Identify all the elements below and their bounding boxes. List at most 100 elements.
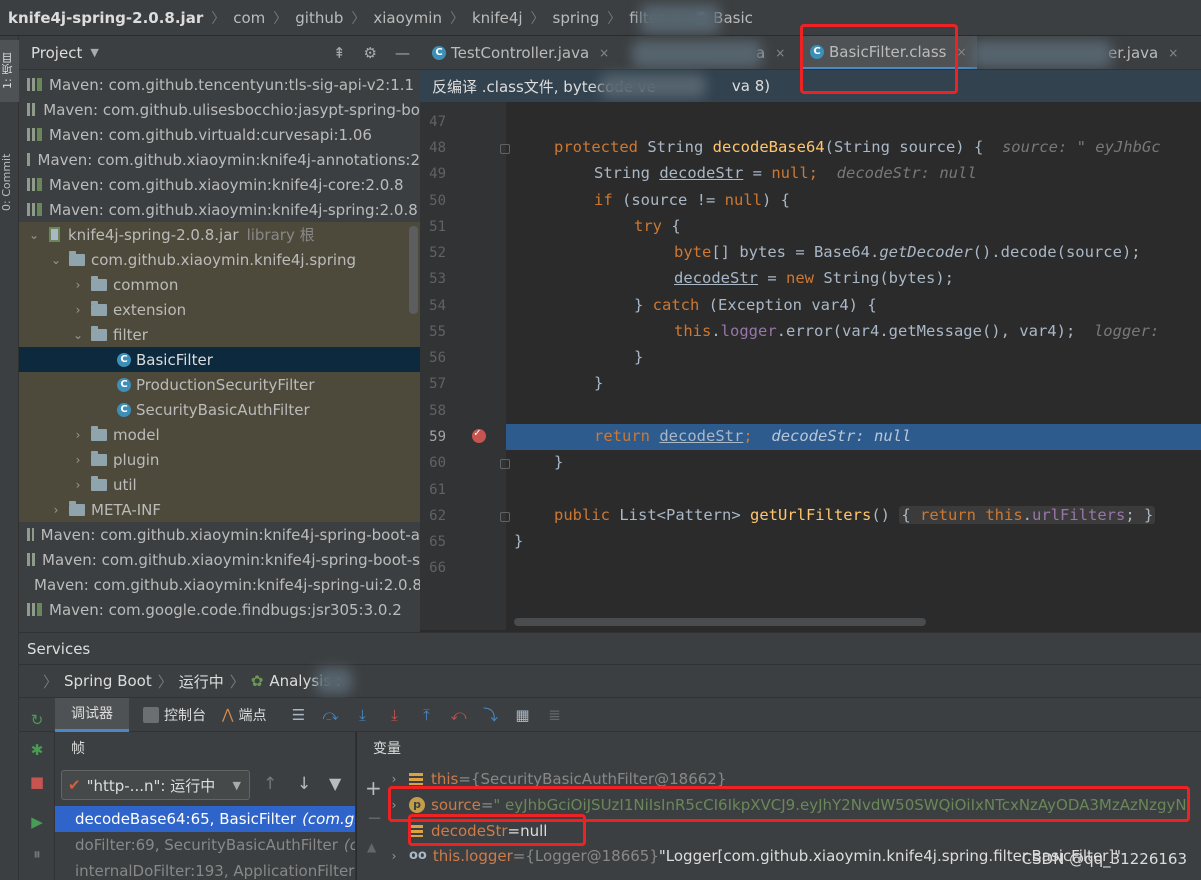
- tree-item-maven-lib[interactable]: Maven: com.github.ulisesbocchio:jasypt-s…: [19, 97, 420, 122]
- stop-icon[interactable]: ■: [29, 774, 45, 790]
- breadcrumb-xiaoymin[interactable]: xiaoymin: [373, 9, 442, 27]
- code-line-60: }: [554, 453, 564, 471]
- tree-item-maven-lib[interactable]: Maven: com.github.virtuald:curvesapi:1.0…: [19, 122, 420, 147]
- commit-tool-tab[interactable]: 0: Commit: [0, 132, 19, 232]
- fold-marker-icon[interactable]: [500, 512, 510, 522]
- chevron-right-icon[interactable]: ›: [71, 303, 85, 317]
- tab-filter-java[interactable]: er.java ×: [1108, 36, 1178, 69]
- step-out-icon[interactable]: ⤒: [418, 707, 434, 723]
- tree-item-folder-extension[interactable]: › extension: [19, 297, 420, 322]
- tree-item-basicfilter[interactable]: C BasicFilter: [19, 347, 420, 372]
- chevron-down-icon[interactable]: ▼: [90, 46, 98, 59]
- fold-marker-icon[interactable]: [500, 459, 510, 469]
- breadcrumb-spring[interactable]: spring: [553, 9, 600, 27]
- tree-item-folder-plugin[interactable]: › plugin: [19, 447, 420, 472]
- project-view-title[interactable]: Project: [31, 44, 82, 62]
- project-tool-tab[interactable]: 1: 项目: [0, 40, 19, 102]
- tree-item-folder-common[interactable]: › common: [19, 272, 420, 297]
- tree-item-maven-lib[interactable]: Maven: com.github.xiaoymin:knife4j-sprin…: [19, 522, 420, 547]
- chevron-down-icon[interactable]: ⌄: [27, 228, 41, 242]
- fold-marker-icon[interactable]: [500, 144, 510, 154]
- arrow-up-icon[interactable]: ↑: [263, 774, 277, 794]
- breadcrumb-separator: 〉: [229, 672, 245, 691]
- step-into-icon[interactable]: ⤓: [386, 707, 402, 723]
- frame-row[interactable]: decodeBase64:65, BasicFilter(com.githu: [55, 806, 355, 832]
- remove-watch-icon[interactable]: −: [367, 808, 382, 829]
- collapse-all-icon[interactable]: ⇞: [333, 44, 346, 62]
- drop-frame-icon[interactable]: ⤺: [450, 707, 466, 723]
- resume-icon[interactable]: ▶: [29, 814, 45, 830]
- chevron-down-icon[interactable]: ⌄: [71, 328, 85, 342]
- chevron-right-icon[interactable]: ›: [387, 772, 401, 786]
- chevron-down-icon[interactable]: ⌄: [49, 253, 63, 267]
- code-editor[interactable]: 47 48 49 50 51 52 53 54 55 56 57 58 59 6…: [420, 102, 1201, 630]
- close-icon[interactable]: ×: [775, 46, 785, 60]
- tree-item-maven-lib[interactable]: Maven: com.github.xiaoymin:knife4j-sprin…: [19, 197, 420, 222]
- chevron-right-icon[interactable]: ›: [71, 428, 85, 442]
- close-icon[interactable]: ×: [957, 45, 967, 59]
- tree-item-package[interactable]: ⌄ com.github.xiaoymin.knife4j.spring: [19, 247, 420, 272]
- filter-icon[interactable]: ▼: [329, 774, 341, 793]
- tree-item-maven-lib[interactable]: Maven: com.github.xiaoymin:knife4j-core:…: [19, 172, 420, 197]
- pause-icon[interactable]: ⏸: [29, 846, 45, 862]
- close-icon[interactable]: ×: [599, 46, 609, 60]
- service-running[interactable]: 运行中: [179, 671, 224, 692]
- minimize-icon[interactable]: —: [395, 44, 410, 62]
- tree-item-maven-lib[interactable]: Maven: com.github.xiaoymin:knife4j-annot…: [19, 147, 420, 172]
- tree-item-securitybasicauthfilter[interactable]: C SecurityBasicAuthFilter: [19, 397, 420, 422]
- tree-item-maven-lib[interactable]: Maven: com.github.xiaoymin:knife4j-sprin…: [19, 572, 420, 597]
- show-execution-point-icon[interactable]: ⤼: [322, 707, 338, 723]
- tab-endpoints[interactable]: ⋀ 端点: [222, 705, 266, 725]
- modify-run-icon[interactable]: ✱: [29, 742, 45, 758]
- tab-debugger[interactable]: 调试器: [55, 697, 129, 732]
- blur-mask: [972, 40, 1112, 68]
- library-icon: [27, 153, 31, 166]
- tree-item-jar[interactable]: ⌄ knife4j-spring-2.0.8.jar library 根: [19, 222, 420, 247]
- editor-horizontal-scrollbar[interactable]: [514, 618, 926, 626]
- menu-lines-icon[interactable]: ☰: [290, 707, 306, 723]
- jar-icon: [49, 227, 60, 242]
- line-number: 49: [429, 166, 446, 182]
- tree-item-folder-model[interactable]: › model: [19, 422, 420, 447]
- add-watch-icon[interactable]: +: [365, 776, 382, 800]
- chevron-right-icon[interactable]: ›: [387, 849, 401, 863]
- chevron-right-icon[interactable]: ›: [71, 453, 85, 467]
- tab-testcontroller[interactable]: C TestController.java ×: [432, 36, 609, 69]
- breadcrumb-knife4j[interactable]: knife4j: [472, 9, 523, 27]
- thread-select[interactable]: ✔ "http-...n": 运行中 ▼: [61, 770, 250, 800]
- tree-item-folder-util[interactable]: › util: [19, 472, 420, 497]
- rerun-icon[interactable]: ↻: [29, 712, 45, 728]
- evaluate-expression-icon[interactable]: ▦: [514, 707, 530, 723]
- tree-item-maven-lib[interactable]: Maven: com.github.tencentyun:tls-sig-api…: [19, 72, 420, 97]
- breadcrumb-github[interactable]: github: [295, 9, 343, 27]
- tab-console[interactable]: 控制台: [143, 705, 206, 725]
- step-over-icon[interactable]: ⤓: [354, 707, 370, 723]
- debug-toolbar: 调试器 控制台 ⋀ 端点 ☰ ⤼ ⤓ ⤓ ⤒ ⤺ ⤵ ▦ ≣: [19, 697, 1201, 732]
- service-spring-boot[interactable]: Spring Boot: [64, 672, 152, 690]
- tree-item-maven-lib[interactable]: Maven: com.github.xiaoymin:knife4j-sprin…: [19, 547, 420, 572]
- gear-icon[interactable]: ⚙: [364, 44, 377, 62]
- debug-action-strip: ↻ ✱ ■ ▶ ⏸: [19, 712, 55, 880]
- line-number: 58: [429, 403, 446, 419]
- tree-item-folder-meta-inf[interactable]: › META-INF: [19, 497, 420, 522]
- chevron-right-icon[interactable]: ›: [71, 478, 85, 492]
- move-up-icon[interactable]: ▲: [367, 840, 376, 854]
- arrow-down-icon[interactable]: ↓: [297, 774, 311, 794]
- breadcrumb-jar[interactable]: knife4j-spring-2.0.8.jar: [8, 9, 203, 27]
- frame-row[interactable]: internalDoFilter:193, ApplicationFilterC: [55, 858, 355, 880]
- chevron-right-icon[interactable]: ›: [49, 503, 63, 517]
- variable-this-logger[interactable]: › oo this.logger = {Logger@18665} "Logger[…: [387, 843, 1122, 868]
- tree-item-maven-lib[interactable]: Maven: com.google.code.findbugs:jsr305:3…: [19, 597, 420, 622]
- chevron-right-icon[interactable]: ›: [71, 278, 85, 292]
- tree-item-productionsecurityfilter[interactable]: C ProductionSecurityFilter: [19, 372, 420, 397]
- close-icon[interactable]: ×: [1168, 46, 1178, 60]
- breadcrumb-com[interactable]: com: [233, 9, 265, 27]
- chevron-down-icon: ▼: [232, 778, 241, 792]
- tree-item-folder-filter[interactable]: ⌄ filter: [19, 322, 420, 347]
- run-to-cursor-icon[interactable]: ⤵: [482, 707, 498, 723]
- frame-row[interactable]: doFilter:69, SecurityBasicAuthFilter(cc: [55, 832, 355, 858]
- trace-icon[interactable]: ≣: [546, 707, 562, 723]
- field-icon: [409, 772, 423, 785]
- project-scrollbar[interactable]: [409, 226, 418, 314]
- breakpoint-icon[interactable]: [472, 426, 486, 443]
